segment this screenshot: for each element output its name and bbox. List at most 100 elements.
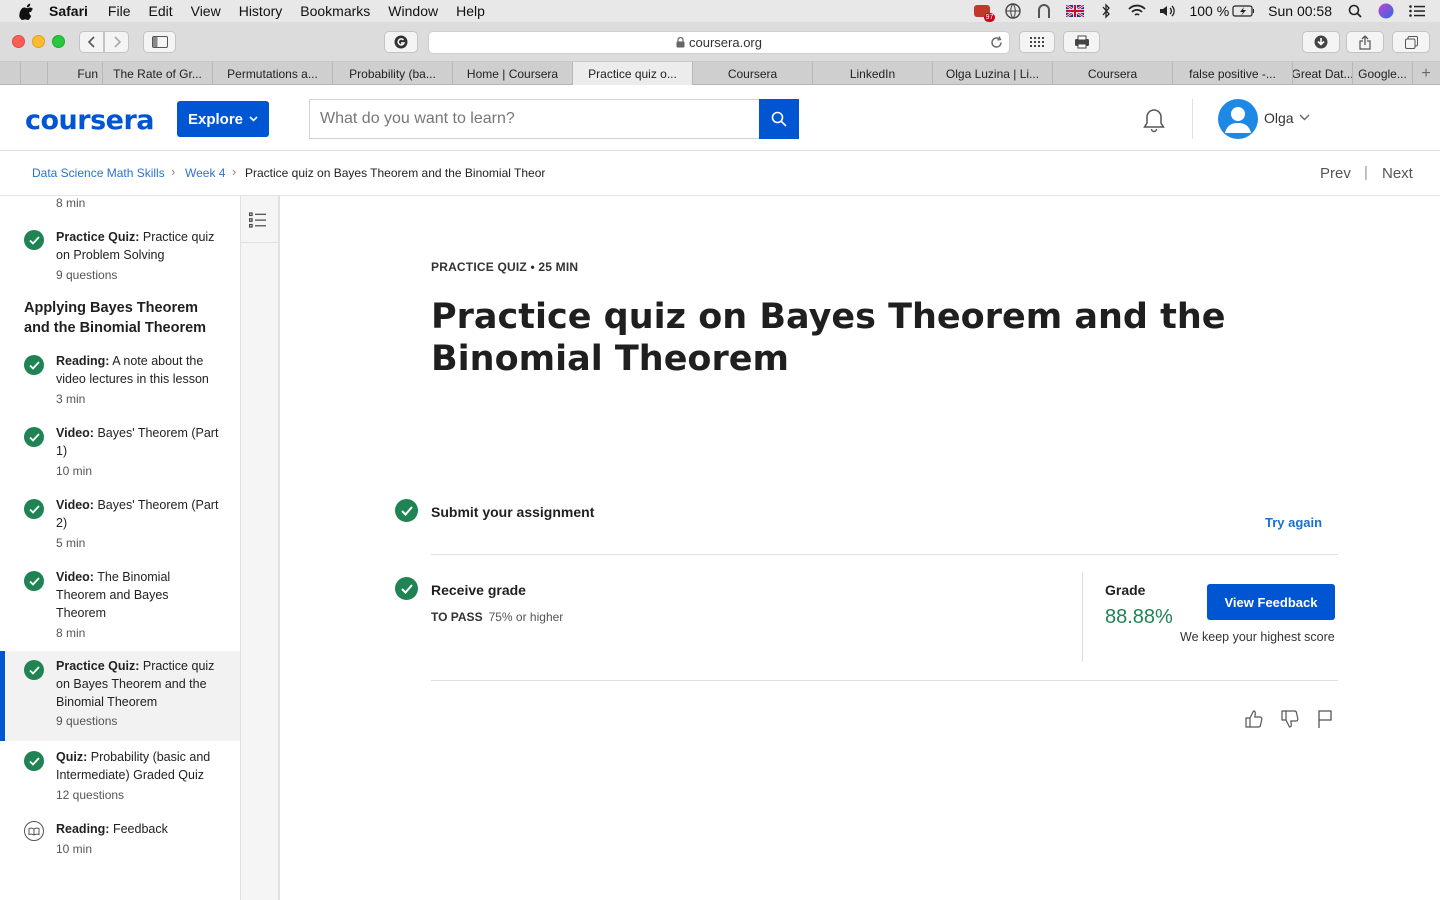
tab-false-positive[interactable]: false positive -... <box>1173 62 1293 85</box>
zoom-window-button[interactable] <box>52 35 65 48</box>
tab-pinned-2[interactable] <box>21 62 48 85</box>
submit-check-icon <box>395 499 418 522</box>
clock[interactable]: Sun 00:58 <box>1268 3 1332 19</box>
tab-fun[interactable]: Fun <box>48 62 103 85</box>
grade-divider <box>1082 572 1083 662</box>
thumbs-up-icon[interactable] <box>1243 708 1265 730</box>
prev-link[interactable]: Prev <box>1320 165 1351 182</box>
minimize-window-button[interactable] <box>32 35 45 48</box>
close-window-button[interactable] <box>12 35 25 48</box>
flag-icon[interactable] <box>1314 708 1336 730</box>
item-type: Reading: <box>56 822 110 836</box>
menu-edit[interactable]: Edit <box>148 3 172 19</box>
chevron-down-icon[interactable] <box>1299 114 1310 121</box>
siri-icon[interactable] <box>1375 3 1397 19</box>
search-button[interactable] <box>759 99 799 139</box>
menu-view[interactable]: View <box>191 3 221 19</box>
address-bar[interactable]: coursera.org <box>428 31 1010 54</box>
sidebar-toggle-column <box>241 196 280 900</box>
sidebar-toggle-button[interactable] <box>143 31 176 53</box>
tab-coursera-2[interactable]: Coursera <box>1053 62 1173 85</box>
menu-safari[interactable]: Safari <box>49 3 88 19</box>
tab-rate-of-growth[interactable]: The Rate of Gr... <box>103 62 213 85</box>
notification-app-icon[interactable]: 97 <box>971 3 996 22</box>
next-link[interactable]: Next <box>1382 165 1413 182</box>
new-tab-button[interactable]: + <box>1412 62 1440 85</box>
tab-probability[interactable]: Probability (ba... <box>333 62 453 85</box>
search-input[interactable]: What do you want to learn? <box>309 99 760 139</box>
downloads-button[interactable] <box>1302 31 1340 53</box>
tab-label: Great Dat... <box>1293 66 1353 81</box>
menu-bar: Safari File Edit View History Bookmarks … <box>0 0 1440 22</box>
sidebar-item-text: Quiz: Probability (basic and Intermediat… <box>56 748 221 784</box>
print-button[interactable] <box>1063 31 1100 53</box>
tab-pinned[interactable] <box>0 62 21 85</box>
reload-icon[interactable] <box>990 36 1003 49</box>
user-name[interactable]: Olga <box>1264 110 1294 126</box>
coursera-logo[interactable]: coursera <box>25 105 155 136</box>
tab-permutations[interactable]: Permutations a... <box>213 62 333 85</box>
battery-icon[interactable] <box>1232 3 1255 19</box>
list-icon[interactable] <box>249 212 267 233</box>
sidebar-item-graded-quiz[interactable]: Quiz: Probability (basic and Intermediat… <box>0 747 240 807</box>
globe-icon[interactable] <box>1002 3 1024 19</box>
site-header: coursera Explore What do you want to lea… <box>0 86 1440 151</box>
wifi-icon[interactable] <box>1126 3 1148 19</box>
apple-icon[interactable] <box>19 2 37 20</box>
sidebar-item-video-bayes-1[interactable]: Video: Bayes' Theorem (Part 1) 10 min <box>0 423 240 483</box>
menu-help[interactable]: Help <box>456 3 485 19</box>
spotlight-search-icon[interactable] <box>1344 3 1366 19</box>
notification-center-icon[interactable] <box>1406 3 1428 19</box>
vpn-icon[interactable] <box>1033 3 1055 19</box>
tab-home-coursera[interactable]: Home | Coursera <box>453 62 573 85</box>
tab-coursera[interactable]: Coursera <box>693 62 813 85</box>
explore-button[interactable]: Explore <box>177 101 269 137</box>
tab-linkedin[interactable]: LinkedIn <box>813 62 933 85</box>
sidebar-item-video-bayes-2[interactable]: Video: Bayes' Theorem (Part 2) 5 min <box>0 495 240 555</box>
avatar[interactable] <box>1218 99 1258 139</box>
sidebar-item-video-binomial[interactable]: Video: The Binomial Theorem and Bayes Th… <box>0 567 240 647</box>
tab-great-data[interactable]: Great Dat... <box>1293 62 1353 85</box>
extension-button[interactable] <box>384 31 418 53</box>
menu-history[interactable]: History <box>239 3 283 19</box>
share-button[interactable] <box>1346 31 1384 53</box>
breadcrumb-week-link[interactable]: Week 4 <box>185 166 225 180</box>
top-sites-button[interactable] <box>1019 31 1055 53</box>
menu-window[interactable]: Window <box>388 3 438 19</box>
sidebar-item-reading-feedback[interactable]: Reading: Feedback 10 min <box>0 819 240 869</box>
tab-overview-button[interactable] <box>1392 31 1430 53</box>
sidebar-item-text: Reading: A note about the video lectures… <box>56 352 221 388</box>
breadcrumb-chevron-icon: › <box>232 164 237 179</box>
tab-label: Probability (ba... <box>349 66 436 81</box>
item-meta: 5 min <box>56 536 86 550</box>
thumbs-down-icon[interactable] <box>1279 708 1301 730</box>
menu-bookmarks[interactable]: Bookmarks <box>300 3 370 19</box>
to-pass-value: 75% or higher <box>488 610 564 624</box>
back-button[interactable] <box>79 31 104 53</box>
sidebar-item-practice-quiz-bayes[interactable]: Practice Quiz: Practice quiz on Bayes Th… <box>0 651 240 741</box>
tab-google[interactable]: Google... <box>1353 62 1413 85</box>
menu-file[interactable]: File <box>108 3 131 19</box>
tab-olga-luzina[interactable]: Olga Luzina | Li... <box>933 62 1053 85</box>
url-text: coursera.org <box>689 35 762 50</box>
bell-icon[interactable] <box>1142 108 1166 138</box>
printer-icon <box>1074 35 1089 49</box>
breadcrumb-course-link[interactable]: Data Science Math Skills <box>32 166 165 180</box>
uk-flag-icon[interactable] <box>1064 3 1086 19</box>
sidebar-item-reading-note[interactable]: Reading: A note about the video lectures… <box>0 351 240 411</box>
tab-label: Olga Luzina | Li... <box>945 66 1040 81</box>
tab-label: The Rate of Gr... <box>113 66 202 81</box>
item-meta: 8 min <box>56 196 86 210</box>
try-again-link[interactable]: Try again <box>1265 515 1322 530</box>
volume-icon[interactable] <box>1157 3 1179 19</box>
grade-label: Grade <box>1105 582 1146 598</box>
breadcrumb: Data Science Math Skills › Week 4 › Prac… <box>0 151 1440 196</box>
battery-percent[interactable]: 100 % <box>1189 3 1229 19</box>
bluetooth-icon[interactable] <box>1095 3 1117 19</box>
view-feedback-button[interactable]: View Feedback <box>1207 584 1335 620</box>
book-icon <box>24 821 44 841</box>
breadcrumb-current: Practice quiz on Bayes Theorem and the B… <box>245 166 545 180</box>
tab-practice-quiz[interactable]: Practice quiz o... <box>573 62 693 85</box>
forward-button[interactable] <box>104 31 129 53</box>
sidebar-item-practice-quiz-problem-solving[interactable]: Practice Quiz: Practice quiz on Problem … <box>0 226 240 286</box>
